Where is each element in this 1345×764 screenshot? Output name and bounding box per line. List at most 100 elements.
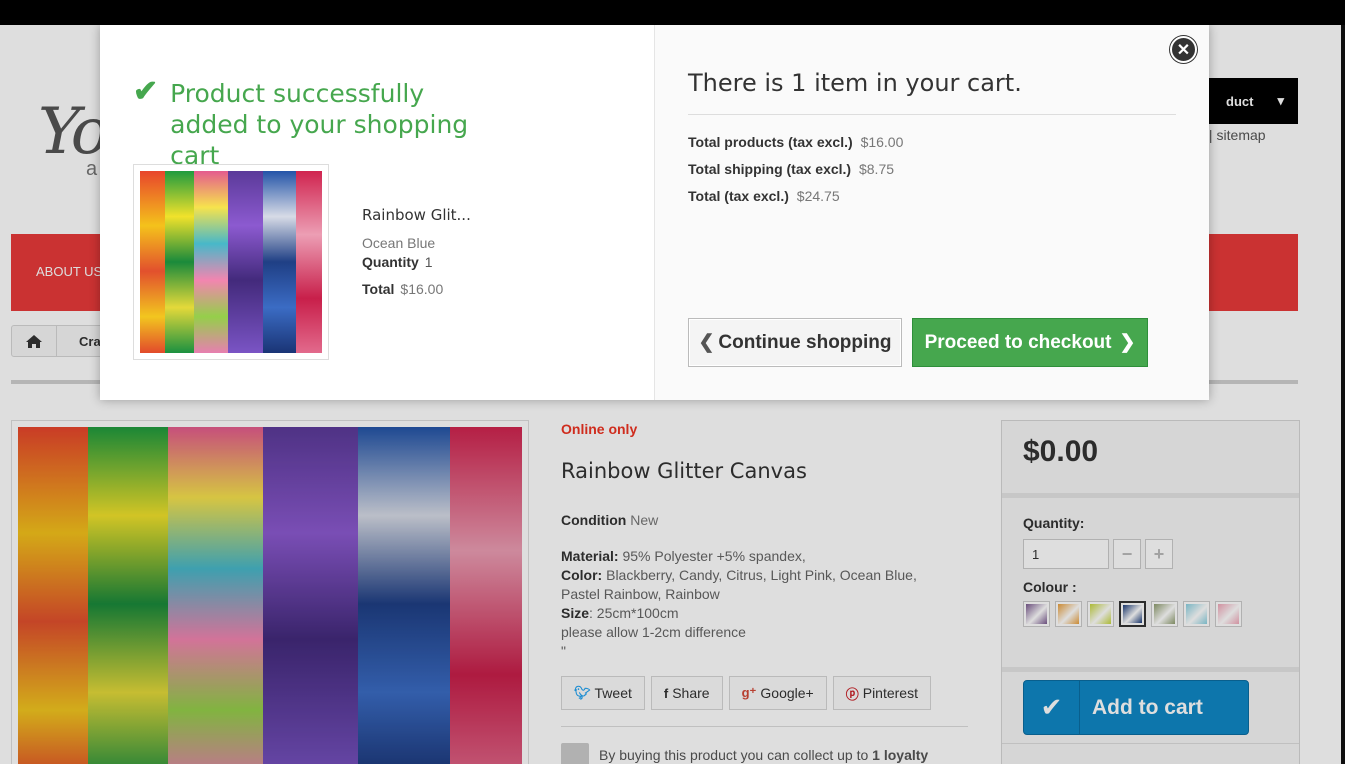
- divider: [1002, 493, 1299, 498]
- material-label: Material:: [561, 548, 619, 564]
- colour-swatch[interactable]: [1183, 601, 1210, 627]
- chevron-left-icon: ❮: [698, 332, 715, 353]
- total-shipping-value: $8.75: [858, 161, 895, 177]
- checkout-label: Proceed to checkout: [924, 331, 1112, 353]
- loyalty-info: By buying this product you can collect u…: [561, 743, 928, 764]
- size-label: Size: [561, 605, 590, 621]
- sitemap-link[interactable]: sitemap: [1217, 127, 1266, 143]
- chevron-right-icon: ❯: [1119, 332, 1136, 353]
- modal-quantity-label: Quantity: [362, 254, 419, 270]
- product-title: Rainbow Glitter Canvas: [561, 459, 807, 483]
- total-products-row: Total products (tax excl.) $16.00: [688, 134, 903, 150]
- product-image-stripes: [18, 427, 522, 764]
- google-plus-icon: g⁺: [741, 685, 757, 700]
- colour-swatch-fill: [1090, 604, 1111, 624]
- divider: [1002, 667, 1299, 672]
- colour-swatch-fill: [1186, 604, 1207, 624]
- divider: [688, 114, 1176, 115]
- proceed-to-checkout-button[interactable]: Proceed to checkout ❯: [912, 318, 1148, 367]
- description-quote: ": [561, 643, 566, 659]
- modal-quantity: Quantity 1: [362, 254, 433, 270]
- condition-value: New: [630, 512, 659, 528]
- product-price: $0.00: [1023, 435, 1099, 468]
- colour-swatch-fill: [1058, 604, 1079, 624]
- material-value: 95% Polyester +5% spandex,: [622, 548, 806, 564]
- google-plus-label: Google+: [760, 685, 814, 701]
- product-description: Material: 95% Polyester +5% spandex, Col…: [561, 547, 941, 661]
- home-icon[interactable]: [12, 326, 57, 356]
- menu-item-about-us[interactable]: ABOUT US: [36, 264, 102, 279]
- continue-shopping-button[interactable]: ❮ Continue shopping: [688, 318, 902, 367]
- add-to-cart-modal: ✔ Product successfully added to your sho…: [100, 25, 1209, 400]
- scrollbar-edge: [1341, 25, 1345, 764]
- success-text: Product successfully added to your shopp…: [170, 79, 469, 170]
- colour-swatch[interactable]: [1055, 601, 1082, 627]
- add-to-cart-button[interactable]: ✔ Add to cart: [1023, 680, 1249, 735]
- modal-total: Total $16.00: [362, 281, 443, 297]
- colour-swatch-fill: [1123, 605, 1142, 623]
- social-share-buttons: 🐦︎ Tweet f Share g⁺ Google+ ⓟ Pinterest: [561, 676, 931, 710]
- colour-swatch-fill: [1026, 604, 1047, 624]
- size-value: : 25cm*100cm: [589, 605, 679, 621]
- total-products-label: Total products (tax excl.): [688, 134, 853, 150]
- quantity-minus-button[interactable]: −: [1113, 539, 1141, 569]
- quantity-plus-button[interactable]: +: [1145, 539, 1173, 569]
- condition-label: Condition: [561, 512, 627, 528]
- total-value: $24.75: [796, 188, 840, 204]
- caret-down-icon: ▾: [1277, 93, 1284, 108]
- quantity-input[interactable]: 1: [1023, 539, 1109, 569]
- tweet-button[interactable]: 🐦︎ Tweet: [561, 676, 645, 710]
- colour-swatch[interactable]: [1119, 601, 1146, 627]
- flag-icon: [561, 743, 589, 764]
- loyalty-text: By buying this product you can collect u…: [599, 747, 869, 763]
- quantity-label: Quantity:: [1023, 515, 1085, 531]
- check-icon: ✔: [1024, 681, 1080, 734]
- pinterest-label: Pinterest: [862, 685, 918, 701]
- color-label: Color:: [561, 567, 603, 583]
- continue-shopping-label: Continue shopping: [718, 331, 892, 353]
- modal-product-attribute: Ocean Blue: [362, 235, 436, 251]
- pinterest-icon: ⓟ: [845, 686, 859, 702]
- site-logo-sub: a: [86, 158, 98, 180]
- product-condition: Condition New: [561, 512, 658, 528]
- pinterest-button[interactable]: ⓟ Pinterest: [832, 676, 931, 710]
- total-shipping-label: Total shipping (tax excl.): [688, 161, 852, 177]
- modal-total-label: Total: [362, 281, 395, 297]
- google-plus-button[interactable]: g⁺ Google+: [728, 676, 827, 710]
- buy-box: $0.00 Quantity: 1 − + Colour : ✔ Add to …: [1001, 420, 1300, 764]
- colour-swatch-fill: [1154, 604, 1175, 624]
- modal-product-panel: ✔ Product successfully added to your sho…: [100, 25, 655, 400]
- total-row: Total (tax excl.) $24.75: [688, 188, 840, 204]
- total-products-value: $16.00: [860, 134, 904, 150]
- total-shipping-row: Total shipping (tax excl.) $8.75: [688, 161, 894, 177]
- loyalty-points: 1 loyalty: [872, 747, 929, 763]
- online-only-label: Online only: [561, 421, 638, 437]
- modal-quantity-value: 1: [424, 254, 433, 270]
- divider: [561, 726, 968, 727]
- check-icon: ✔: [133, 75, 159, 108]
- facebook-icon: f: [663, 685, 669, 701]
- modal-product-thumbnail: [133, 164, 329, 360]
- colour-swatch[interactable]: [1023, 601, 1050, 627]
- colour-swatch[interactable]: [1215, 601, 1242, 627]
- product-main-image[interactable]: [11, 420, 529, 764]
- success-message: ✔ Product successfully added to your sho…: [133, 75, 500, 171]
- divider: [1002, 743, 1299, 744]
- top-black-bar: [0, 0, 1345, 25]
- twitter-icon: 🐦︎: [574, 685, 591, 700]
- share-label: Share: [672, 685, 710, 701]
- modal-cart-panel: There is 1 item in your cart. Total prod…: [655, 25, 1209, 400]
- header-dropdown-label: duct: [1226, 93, 1254, 109]
- tweet-label: Tweet: [594, 685, 632, 701]
- colour-swatch[interactable]: [1151, 601, 1178, 627]
- modal-product-name: Rainbow Glit...: [362, 206, 471, 224]
- cart-heading: There is 1 item in your cart.: [688, 69, 1022, 97]
- colour-swatch[interactable]: [1087, 601, 1114, 627]
- total-label: Total (tax excl.): [688, 188, 789, 204]
- close-icon[interactable]: ✕: [1170, 36, 1197, 63]
- add-to-cart-label: Add to cart: [1092, 695, 1203, 719]
- facebook-share-button[interactable]: f Share: [650, 676, 723, 710]
- colour-swatch-fill: [1218, 604, 1239, 624]
- modal-total-value: $16.00: [400, 281, 444, 297]
- size-note: please allow 1-2cm difference: [561, 624, 746, 640]
